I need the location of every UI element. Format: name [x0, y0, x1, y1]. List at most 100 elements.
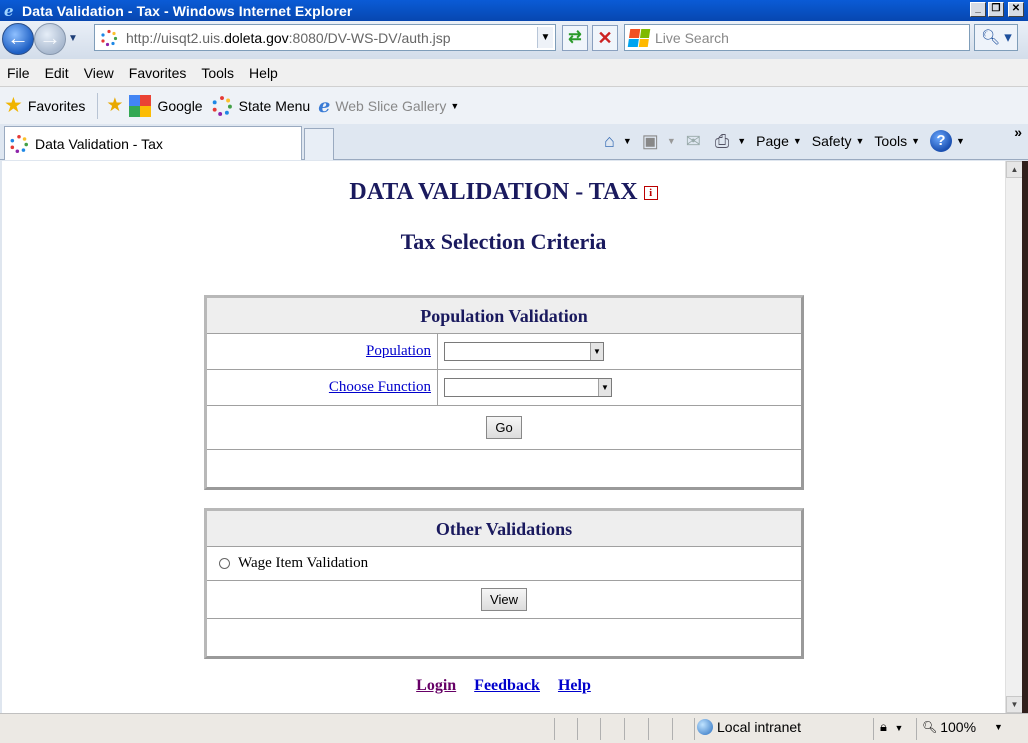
window-controls: _ ❐ ✕ [970, 2, 1024, 17]
command-bar: ⌂ ▼ ▣ ▼ ✉ ⎙ ▼ Page ▼ Safety ▼ Tools ▼ ? ▼ [604, 130, 975, 152]
chevron-down-icon: ▼ [737, 136, 747, 146]
scroll-down-icon[interactable]: ▼ [1006, 696, 1023, 713]
search-placeholder: Live Search [655, 29, 729, 46]
state-menu-icon [212, 95, 232, 116]
ie-icon: e [318, 94, 331, 117]
function-select[interactable]: ▼ [444, 378, 612, 397]
feedback-link[interactable]: Feedback [474, 677, 540, 694]
home-button[interactable]: ⌂ ▼ [604, 131, 632, 152]
tools-menu[interactable]: Tools ▼ [874, 133, 920, 149]
view-button[interactable]: View [481, 588, 527, 611]
panel-header: Population Validation [207, 298, 801, 334]
windows-logo-icon [627, 28, 651, 47]
menu-help[interactable]: Help [249, 65, 278, 81]
population-row: Population ▼ [207, 334, 801, 370]
favorite-link-state-menu[interactable]: State Menu [211, 95, 310, 117]
address-bar[interactable]: http://uisqt2.uis.doleta.gov:8080/DV-WS-… [94, 24, 556, 51]
refresh-button[interactable]: ⇄ [562, 25, 588, 51]
chevron-down-icon: ▼ [590, 343, 603, 360]
more-commands-icon[interactable]: » [1014, 124, 1022, 140]
go-row: Go [207, 406, 801, 450]
menu-view[interactable]: View [84, 65, 114, 81]
chevron-down-icon: ▼ [622, 136, 632, 146]
chevron-down-icon: ▼ [666, 136, 676, 146]
other-validations-panel: Other Validations Wage Item Validation V… [204, 508, 804, 659]
footer-links: Login Feedback Help [2, 677, 1005, 695]
wage-item-radio[interactable] [219, 558, 230, 569]
page-title: DATA VALIDATION - TAX i [2, 179, 1005, 206]
chevron-down-icon: ▼ [911, 136, 921, 146]
empty-row [207, 450, 801, 487]
forward-button[interactable]: → [34, 23, 66, 55]
rss-icon: ▣ [641, 130, 659, 151]
vertical-scrollbar[interactable]: ▲ ▼ [1005, 161, 1023, 713]
search-input[interactable]: Live Search [624, 24, 970, 51]
minimize-button[interactable]: _ [970, 2, 986, 17]
empty-row [207, 619, 801, 656]
print-button[interactable]: ⎙ ▼ [715, 131, 746, 152]
feeds-button[interactable]: ▣ ▼ [642, 131, 676, 152]
login-link[interactable]: Login [416, 677, 456, 694]
globe-icon [697, 719, 713, 735]
star-icon: ★ [4, 94, 23, 117]
population-validation-panel: Population Validation Population ▼ Choos… [204, 295, 804, 490]
help-icon: ? [930, 130, 953, 152]
zoom-control[interactable]: 🔍︎ 100% ▼ [922, 719, 1003, 735]
address-dropdown-icon[interactable]: ▼ [537, 27, 553, 48]
population-link[interactable]: Population [366, 343, 431, 360]
favorites-button[interactable]: ★ Favorites [4, 93, 85, 118]
tab-data-validation[interactable]: Data Validation - Tax [4, 126, 302, 160]
read-mail-button[interactable]: ✉ [686, 131, 705, 152]
panel-header: Other Validations [207, 511, 801, 547]
function-row: Choose Function ▼ [207, 370, 801, 406]
recent-pages-dropdown-icon[interactable]: ▼ [68, 33, 78, 44]
menu-favorites[interactable]: Favorites [129, 65, 187, 81]
stop-button[interactable]: ✕ [592, 25, 618, 51]
menu-tools[interactable]: Tools [201, 65, 234, 81]
chevron-down-icon: ▼ [956, 136, 965, 146]
zoom-icon: 🔍︎ [922, 720, 938, 734]
search-button[interactable]: 🔍︎ ▾ [974, 24, 1018, 51]
site-favicon-icon [10, 134, 28, 153]
security-zone[interactable]: Local intranet [697, 719, 801, 735]
wage-item-row: Wage Item Validation [207, 547, 801, 581]
safety-menu[interactable]: Safety ▼ [812, 133, 865, 149]
scroll-up-icon[interactable]: ▲ [1006, 161, 1023, 178]
info-icon[interactable]: i [643, 186, 658, 201]
chevron-down-icon: ▼ [792, 136, 802, 146]
page-menu[interactable]: Page ▼ [756, 133, 802, 149]
lock-icon: 🔒︎ [880, 719, 887, 734]
favorites-separator [97, 92, 99, 119]
tab-row: Data Validation - Tax ⌂ ▼ ▣ ▼ ✉ ⎙ ▼ Page ▼ S… [0, 124, 1028, 160]
help-menu[interactable]: ? ▼ [930, 130, 965, 152]
menu-edit[interactable]: Edit [45, 65, 69, 81]
menu-file[interactable]: File [7, 65, 30, 81]
close-button[interactable]: ✕ [1008, 2, 1024, 17]
add-favorite-icon[interactable]: ★ [106, 94, 123, 117]
web-slice-gallery-link[interactable]: e Web Slice Gallery ▼ [318, 95, 459, 117]
back-button[interactable]: ← [2, 23, 34, 55]
wage-item-label: Wage Item Validation [238, 555, 369, 571]
site-favicon-icon [101, 29, 118, 46]
maximize-button[interactable]: ❐ [988, 2, 1004, 17]
window-edge [1022, 161, 1028, 713]
home-icon: ⌂ [604, 130, 615, 151]
chevron-down-icon: ▼ [994, 722, 1003, 732]
google-icon [129, 94, 152, 117]
window-titlebar: e Data Validation - Tax - Windows Intern… [0, 0, 1028, 21]
chevron-down-icon: ▼ [598, 379, 611, 396]
choose-function-link[interactable]: Choose Function [329, 379, 431, 396]
menu-bar: File Edit View Favorites Tools Help [0, 59, 1028, 87]
window-title: Data Validation - Tax - Windows Internet… [22, 2, 353, 19]
address-toolbar: ← → ▼ http://uisqt2.uis.doleta.gov:8080/… [0, 21, 1028, 59]
new-tab-button[interactable] [304, 128, 334, 160]
chevron-down-icon: ▼ [450, 100, 460, 111]
ie-icon: e [4, 1, 14, 20]
help-link[interactable]: Help [558, 677, 591, 694]
favorite-link-google[interactable]: Google [129, 94, 203, 117]
go-button[interactable]: Go [486, 416, 522, 439]
population-select[interactable]: ▼ [444, 342, 604, 361]
protected-mode-button[interactable]: 🔒︎ ▼ [880, 719, 903, 735]
page-content: DATA VALIDATION - TAX i Tax Selection Cri… [2, 161, 1005, 713]
chevron-down-icon: ▼ [855, 136, 865, 146]
